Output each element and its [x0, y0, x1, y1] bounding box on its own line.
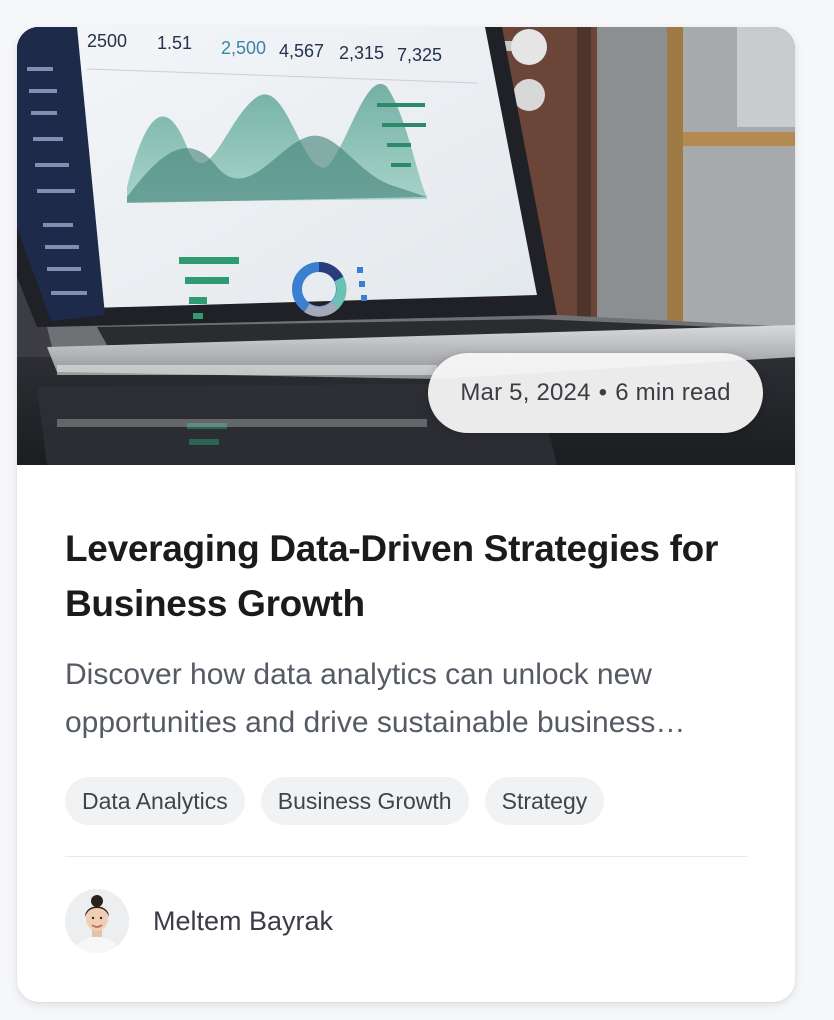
svg-text:2500: 2500: [87, 31, 127, 51]
svg-text:2,315: 2,315: [339, 43, 384, 63]
article-title[interactable]: Leveraging Data-Driven Strategies for Bu…: [65, 521, 747, 631]
meta-separator: •: [598, 379, 608, 406]
divider: [65, 856, 747, 857]
date-readtime-badge: Mar 5, 2024 • 6 min read: [428, 353, 763, 433]
author-row[interactable]: Meltem Bayrak: [65, 889, 333, 953]
publish-date: Mar 5, 2024: [460, 379, 591, 406]
article-excerpt: Discover how data analytics can unlock n…: [65, 658, 656, 739]
tag-business-growth[interactable]: Business Growth: [260, 777, 469, 825]
hero-image[interactable]: 2500 1.51 2,500 4,567 2,315 7,325 Mar 5,…: [17, 27, 795, 465]
avatar[interactable]: [65, 889, 129, 953]
svg-text:7,325: 7,325: [397, 45, 442, 65]
svg-text:4,567: 4,567: [279, 41, 324, 61]
tag-data-analytics[interactable]: Data Analytics: [65, 777, 245, 825]
tag-strategy[interactable]: Strategy: [484, 777, 605, 825]
svg-text:1.51: 1.51: [157, 33, 192, 53]
author-name[interactable]: Meltem Bayrak: [153, 906, 333, 937]
tag-list: Data Analytics Business Growth Strategy: [65, 777, 605, 825]
avatar-photo-icon: [65, 889, 129, 953]
read-time: 6 min read: [615, 379, 731, 406]
svg-text:2,500: 2,500: [221, 38, 266, 58]
article-card[interactable]: 2500 1.51 2,500 4,567 2,315 7,325 Mar 5,…: [17, 27, 795, 1002]
